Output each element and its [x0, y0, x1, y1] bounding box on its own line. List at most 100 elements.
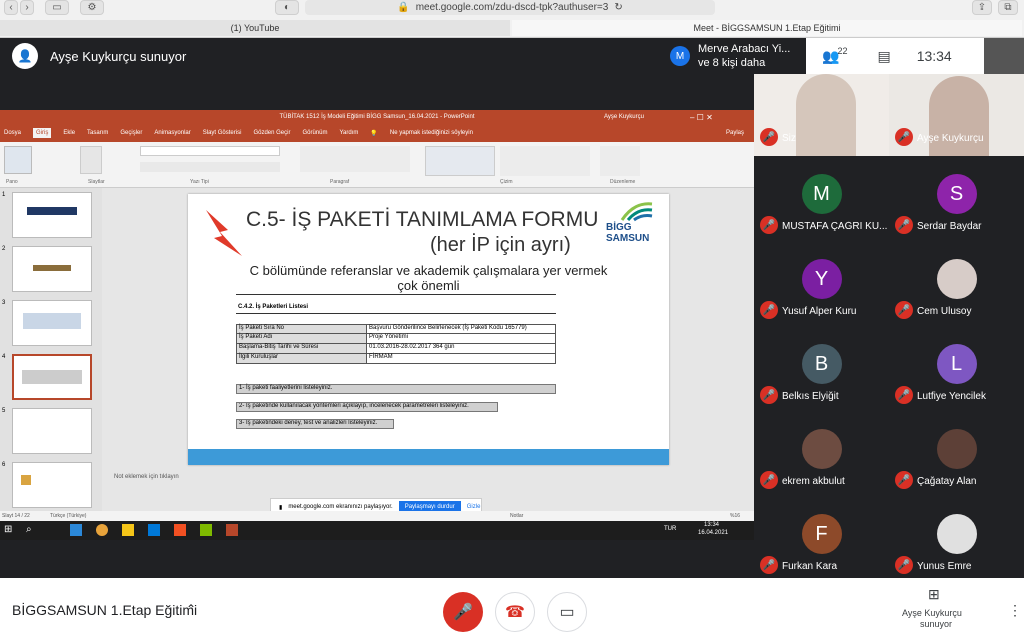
window-controls-icon[interactable]: – ☐ ✕ [690, 113, 713, 122]
app-icon[interactable] [174, 524, 186, 536]
slide-thumbnail[interactable] [12, 408, 92, 454]
participant-tile[interactable]: 🎤 Yunus Emre [889, 502, 1024, 584]
app-icon[interactable] [70, 524, 82, 536]
app-icon[interactable] [148, 524, 160, 536]
participant-tile[interactable]: 🎤 ekrem akbulut [754, 417, 889, 499]
font-format-buttons[interactable] [140, 162, 280, 172]
menu-animasyonlar[interactable]: Animasyonlar [154, 130, 190, 136]
camera-toggle-button[interactable]: ▭ [547, 592, 587, 632]
participant-name: Belkıs Elyiğit [782, 391, 839, 402]
notes-toggle[interactable]: Notlar [510, 513, 523, 519]
slide-counter: Slayt 14 / 22 [2, 513, 30, 519]
editing-controls[interactable] [600, 146, 640, 176]
row-value: 01.03.2016-28.02.2017 364 gün [367, 344, 555, 353]
slide-thumbnail[interactable] [12, 246, 92, 292]
participant-name: Ayşe Kuykurçu [917, 133, 984, 144]
participant-tile[interactable]: 🎤 Cem Ulusoy [889, 247, 1024, 329]
leave-call-button[interactable]: ☎ [495, 592, 535, 632]
zoom-level[interactable]: %16 [730, 513, 740, 519]
shapes-gallery[interactable] [425, 146, 495, 176]
windows-start-icon[interactable]: ⊞ [4, 524, 12, 535]
menu-dosya[interactable]: Dosya [4, 130, 21, 136]
participant-name: Cem Ulusoy [917, 306, 972, 317]
paste-icon[interactable] [4, 146, 32, 174]
mic-off-icon: 🎤 [760, 301, 778, 319]
menu-yardim[interactable]: Yardım [339, 130, 358, 136]
menu-tasarim[interactable]: Tasarım [87, 130, 108, 136]
ppt-share-button[interactable]: Paylaş [726, 130, 744, 136]
powerpoint-taskbar-icon[interactable] [226, 524, 238, 536]
menu-gorunum[interactable]: Görünüm [302, 130, 327, 136]
row-label: İş Paketi Adı [237, 334, 367, 343]
participant-tile[interactable]: M 🎤 MUSTAFA ÇAĞRI KU... [754, 162, 889, 244]
menu-gozden-gecir[interactable]: Gözden Geçir [253, 130, 290, 136]
slide-thumbnail[interactable] [12, 192, 92, 238]
lightning-icon [206, 210, 242, 256]
present-icon[interactable]: ⊞ [928, 586, 940, 603]
participant-tile[interactable]: F 🎤 Furkan Kara [754, 502, 889, 584]
chevron-up-icon[interactable]: ⌃ [186, 602, 196, 616]
participant-name: Yunus Emre [917, 561, 972, 572]
address-bar[interactable]: 🔒 meet.google.com/zdu-dscd-tpk?authuser=… [305, 0, 715, 15]
notification-text: Merve Arabacı Yi... [698, 43, 791, 55]
language-status: Türkçe (Türkiye) [50, 513, 87, 519]
participant-tile[interactable]: Y 🎤 Yusuf Alper Kuru [754, 247, 889, 329]
thumb-number: 3 [2, 300, 6, 306]
thumb-number: 6 [2, 462, 6, 468]
row-label: İş Paketi Sıra No [237, 325, 367, 333]
search-icon[interactable]: ⌕ [26, 524, 32, 535]
meeting-name[interactable]: BİGGSAMSUN 1.Etap Eğitimi [12, 602, 197, 618]
share-icon[interactable]: ⇪ [972, 0, 992, 15]
back-button[interactable]: ‹ [4, 0, 18, 15]
group-paragraf: Paragraf [330, 179, 350, 185]
participant-tile[interactable]: L 🎤 Lutfiye Yencilek [889, 332, 1024, 414]
app-icon[interactable] [122, 524, 134, 536]
paragraph-controls[interactable] [300, 146, 410, 172]
menu-giris[interactable]: Giriş [33, 128, 52, 138]
forward-button[interactable]: › [20, 0, 34, 15]
slide-thumbnail[interactable] [12, 300, 92, 346]
participant-avatar: M [801, 174, 842, 214]
ppt-ribbon: Pano Slaytlar Yazı Tipi Paragraf Çizim D… [0, 142, 754, 188]
app-icon[interactable] [200, 524, 212, 536]
slide-thumbnail-active[interactable] [12, 354, 92, 400]
participant-tile[interactable]: 🎤 Çağatay Alan [889, 417, 1024, 499]
menu-gecisler[interactable]: Geçişler [120, 130, 142, 136]
tab-youtube[interactable]: (1) YouTube [0, 20, 510, 36]
taskbar-language[interactable]: TUR [664, 526, 676, 532]
self-view-mini[interactable] [984, 38, 1024, 74]
font-name-field[interactable] [140, 146, 280, 156]
participant-avatar: B [801, 344, 842, 384]
slide-subtitle: (her İP için ayrı) [430, 234, 571, 256]
settings-icon[interactable]: ⚙ [80, 0, 104, 15]
chat-icon[interactable]: ▤ [877, 48, 890, 65]
mic-toggle-button[interactable]: 🎤 [443, 592, 483, 632]
tabs-icon[interactable]: ⧉ [998, 0, 1018, 15]
slide-thumbnail[interactable] [12, 462, 92, 508]
new-slide-icon[interactable] [80, 146, 102, 174]
participant-tile[interactable]: B 🎤 Belkıs Elyiğit [754, 332, 889, 414]
slide-note-line2: çok önemli [397, 278, 460, 293]
row-label: İlgili Kuruluşlar [237, 354, 367, 363]
app-icon[interactable] [96, 524, 108, 536]
privacy-icon[interactable]: ◐ [275, 0, 299, 15]
participant-tile[interactable]: 🎤 Ayşe Kuykurçu [889, 74, 1024, 156]
menu-ekle[interactable]: Ekle [63, 130, 75, 136]
participant-photo [936, 429, 977, 469]
taskbar-date: 16.04.2021 [698, 530, 729, 536]
sidebar-icon[interactable]: ▭ [45, 0, 69, 15]
participant-tile[interactable]: S 🎤 Serdar Baydar [889, 162, 1024, 244]
more-options-icon[interactable]: ⋮ [1008, 602, 1022, 619]
thumb-number: 1 [2, 192, 6, 198]
participant-name: Furkan Kara [782, 561, 838, 572]
presenting-label[interactable]: Ayşe Kuykurçu [902, 608, 962, 618]
reload-icon[interactable]: ↻ [614, 2, 622, 13]
mic-off-icon: 🎤 [895, 556, 913, 574]
ppt-search[interactable]: Ne yapmak istediğinizi söyleyin [390, 130, 473, 136]
hide-button[interactable]: Gizle [467, 504, 481, 510]
tab-meet[interactable]: Meet - BİGGSAMSUN 1.Etap Eğitimi [512, 20, 1022, 36]
arrange-controls[interactable] [500, 146, 590, 176]
participant-tile[interactable]: 🎤 Siz [754, 74, 889, 156]
menu-slayt-gosterisi[interactable]: Slayt Gösterisi [203, 130, 242, 136]
camera-icon: ▭ [559, 604, 575, 621]
